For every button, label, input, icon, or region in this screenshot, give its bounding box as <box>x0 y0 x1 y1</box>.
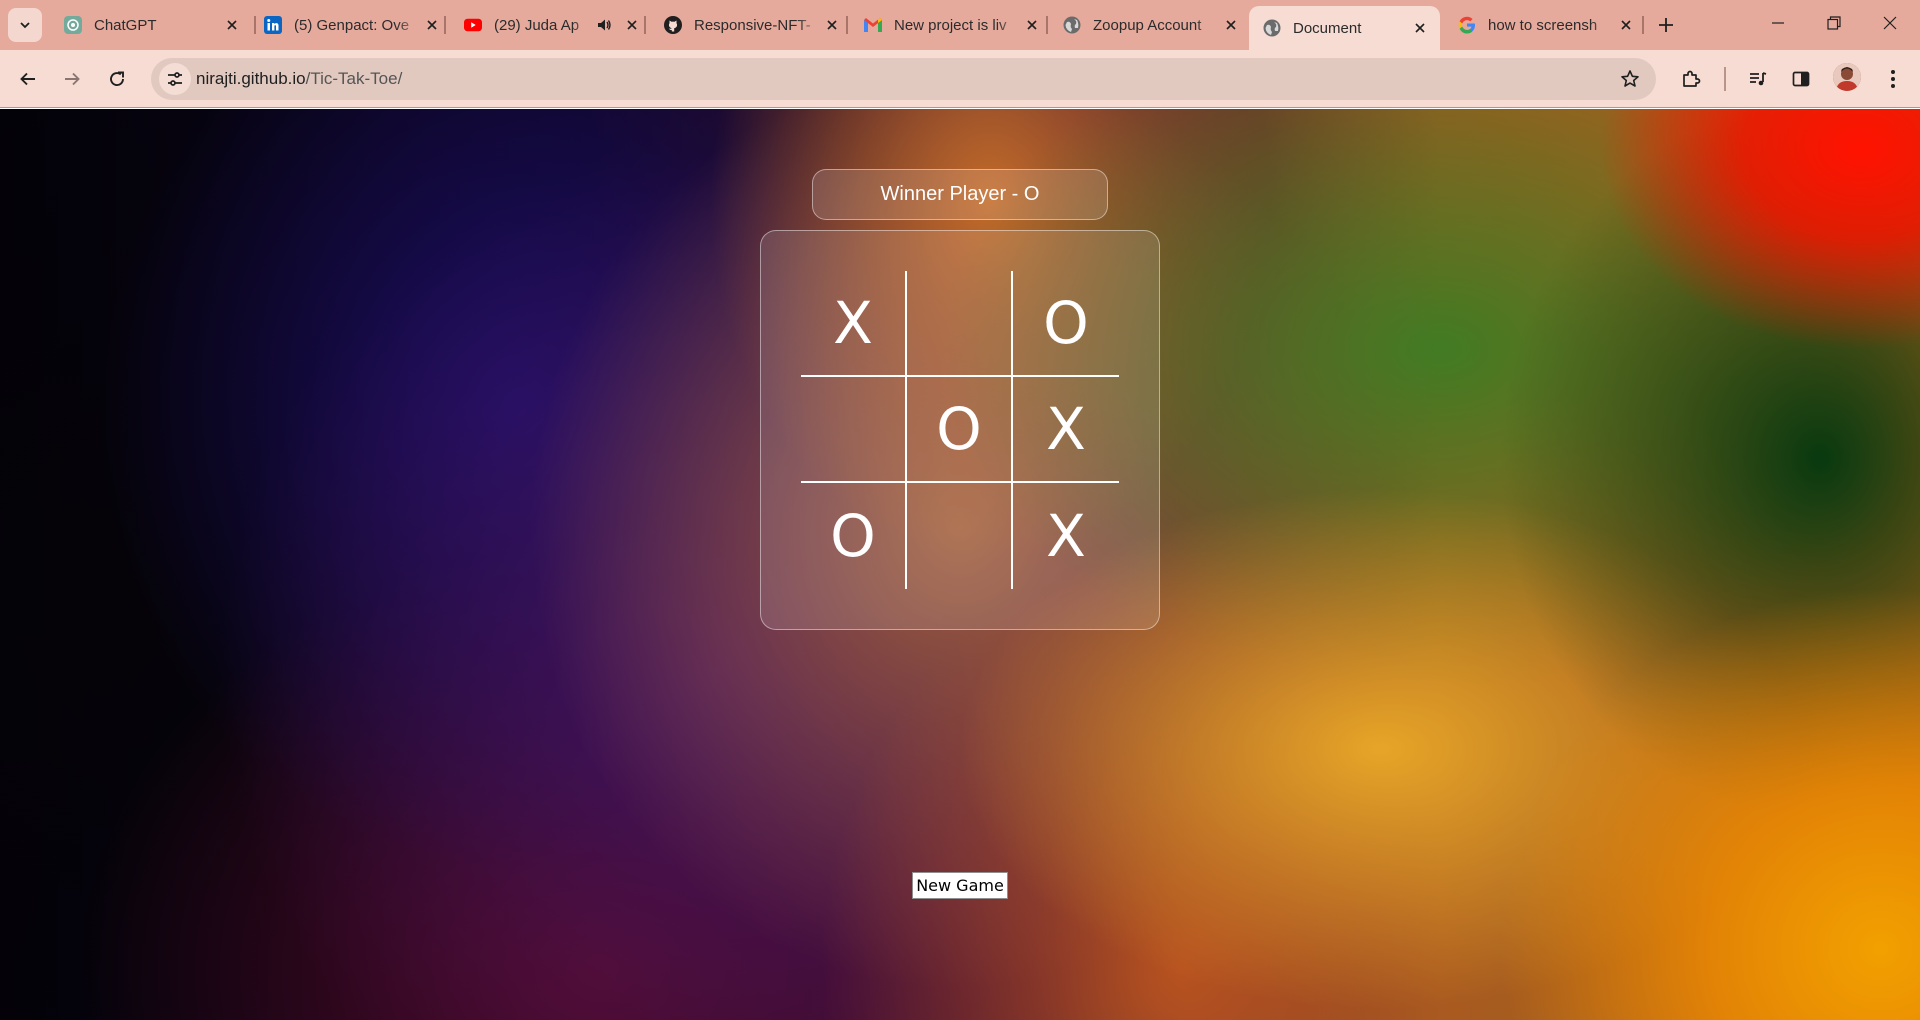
board-cell[interactable]: X <box>1013 377 1119 483</box>
gmail-icon <box>864 16 882 34</box>
minimize-button[interactable] <box>1750 0 1806 46</box>
tab-separator <box>644 16 646 34</box>
tab-separator <box>846 16 848 34</box>
minimize-icon <box>1772 22 1784 24</box>
github-icon <box>664 16 682 34</box>
puzzle-icon <box>1683 70 1701 87</box>
forward-button[interactable] <box>55 62 89 96</box>
chatgpt-icon <box>64 16 82 34</box>
game-board: X O O X O X <box>801 271 1121 591</box>
tab-title: Zoopup Account <box>1093 16 1202 34</box>
avatar-icon <box>1833 63 1861 91</box>
browser-toolbar: nirajti.github.io/Tic-Tak-Toe/ <box>0 50 1920 108</box>
speaker-icon[interactable] <box>596 17 612 33</box>
tab-title: Responsive-NFT- <box>694 16 811 34</box>
close-icon[interactable] <box>1221 15 1241 35</box>
window-close-button[interactable] <box>1862 0 1918 46</box>
game-board-container: X O O X O X <box>760 230 1160 630</box>
arrow-left-icon <box>20 72 35 86</box>
board-cell[interactable]: O <box>1013 271 1119 377</box>
tab-title: how to screensh <box>1488 16 1598 34</box>
extensions-button[interactable] <box>1674 62 1708 96</box>
tune-icon <box>168 72 182 86</box>
profile-avatar[interactable] <box>1833 63 1861 91</box>
more-vertical-icon <box>1891 70 1895 88</box>
board-cell[interactable]: X <box>801 271 907 377</box>
tab-chatgpt[interactable]: ChatGPT <box>50 6 252 44</box>
site-info-button[interactable] <box>159 63 191 95</box>
linkedin-icon <box>264 16 282 34</box>
star-icon <box>1621 70 1639 87</box>
close-icon[interactable] <box>1410 18 1430 38</box>
restore-icon <box>1827 16 1841 30</box>
board-cell[interactable] <box>907 271 1013 377</box>
tab-separator <box>444 16 446 34</box>
board-cell[interactable]: O <box>801 483 907 589</box>
url-text[interactable]: nirajti.github.io/Tic-Tak-Toe/ <box>196 69 402 89</box>
tab-search-button[interactable] <box>8 8 42 42</box>
media-controls-button[interactable] <box>1741 62 1775 96</box>
close-icon[interactable] <box>622 15 642 35</box>
close-icon[interactable] <box>822 15 842 35</box>
close-icon <box>1883 16 1897 30</box>
tab-linkedin[interactable]: (5) Genpact: Ove <box>250 6 452 44</box>
board-cell[interactable] <box>801 377 907 483</box>
tab-title: Document <box>1293 19 1362 37</box>
url-path: /Tic-Tak-Toe/ <box>305 69 403 88</box>
globe-icon <box>1263 19 1281 37</box>
tab-title: New project is liv <box>894 16 1007 34</box>
tab-title: (29) Juda Ap <box>494 16 580 34</box>
board-cell[interactable]: X <box>1013 483 1119 589</box>
tab-separator <box>1046 16 1048 34</box>
tab-separator <box>1642 16 1644 34</box>
toolbar-divider <box>1724 67 1726 91</box>
close-icon[interactable] <box>422 15 442 35</box>
tab-gmail[interactable]: New project is liv <box>850 6 1052 44</box>
close-icon[interactable] <box>1022 15 1042 35</box>
bookmark-star-button[interactable] <box>1618 67 1642 91</box>
arrow-right-icon <box>65 72 80 86</box>
menu-button[interactable] <box>1876 62 1910 96</box>
close-icon[interactable] <box>1616 15 1636 35</box>
new-tab-button[interactable] <box>1651 10 1681 40</box>
side-panel-button[interactable] <box>1784 62 1818 96</box>
restore-button[interactable] <box>1806 0 1862 46</box>
board-cell[interactable] <box>907 483 1013 589</box>
globe-icon <box>1063 16 1081 34</box>
youtube-icon <box>464 16 482 34</box>
tab-zoopup[interactable]: Zoopup Account <box>1049 6 1251 44</box>
url-host: nirajti.github.io <box>196 69 306 88</box>
back-button[interactable] <box>11 62 45 96</box>
tab-title: (5) Genpact: Ove <box>294 16 410 34</box>
winner-message: Winner Player - O <box>812 169 1108 220</box>
tab-google[interactable]: how to screensh <box>1444 6 1646 44</box>
close-icon[interactable] <box>222 15 242 35</box>
board-cell[interactable]: O <box>907 377 1013 483</box>
plus-icon <box>1659 18 1673 32</box>
new-game-button[interactable]: New Game <box>912 872 1008 899</box>
address-bar[interactable]: nirajti.github.io/Tic-Tak-Toe/ <box>151 58 1656 100</box>
side-panel-icon <box>1792 71 1810 87</box>
reload-button[interactable] <box>100 62 134 96</box>
tab-youtube[interactable]: (29) Juda Ap <box>450 6 652 44</box>
music-queue-icon <box>1750 72 1767 86</box>
tab-github[interactable]: Responsive-NFT- <box>650 6 852 44</box>
page-viewport: Winner Player - O X O O X O X New Game <box>0 109 1920 1020</box>
reload-icon <box>110 71 124 86</box>
tab-document[interactable]: Document <box>1249 6 1440 50</box>
chevron-down-icon <box>20 22 30 29</box>
tab-title: ChatGPT <box>94 16 157 34</box>
browser-tabstrip: ChatGPT (5) Genpact: Ove (29) Juda Ap Re… <box>0 0 1920 50</box>
google-icon <box>1458 16 1476 34</box>
